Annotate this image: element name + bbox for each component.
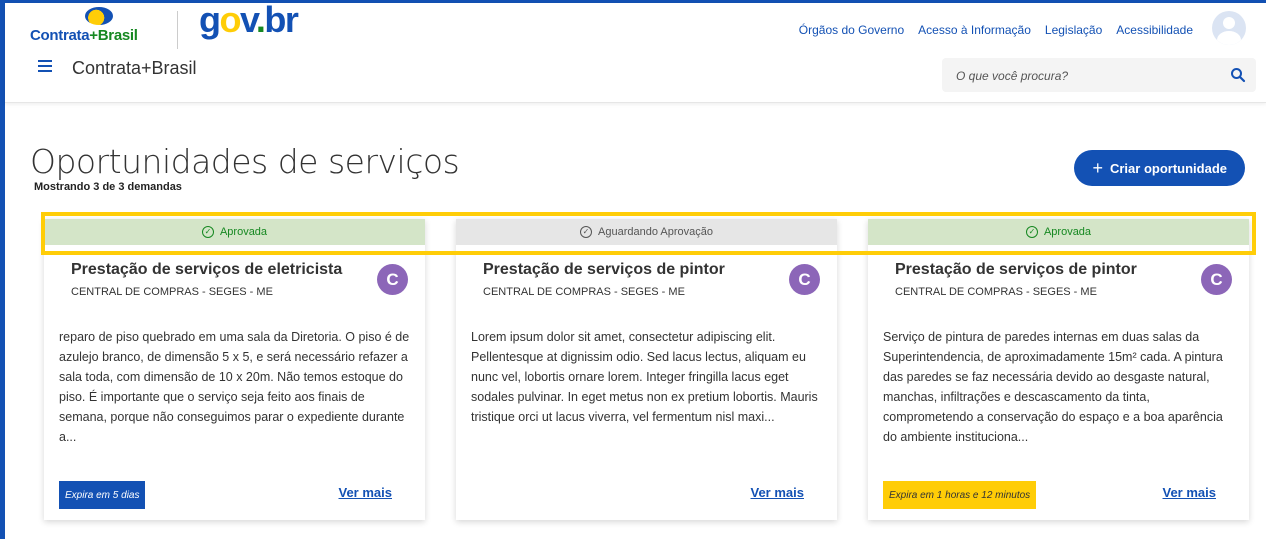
organization-avatar: C: [1201, 264, 1232, 295]
status-label: Aguardando Aprovação: [598, 226, 713, 238]
status-label: Aprovada: [1043, 226, 1092, 238]
link-orgaos-do-governo[interactable]: Órgãos do Governo: [799, 23, 904, 37]
check-circle-icon: ✓: [201, 226, 214, 238]
plus-icon: +: [1092, 158, 1103, 178]
search-icon[interactable]: [1230, 67, 1246, 83]
opportunity-card: ✓ Aguardando Aprovação Prestação de serv…: [456, 219, 837, 520]
opportunity-card: ✓ Aprovada Prestação de serviços de pint…: [868, 219, 1249, 520]
app-title: Contrata+Brasil: [72, 58, 197, 78]
logo-divider: [177, 11, 178, 49]
results-count: Mostrando 3 de 3 demandas: [34, 181, 182, 193]
govbr-letter-o: o: [219, 0, 242, 40]
expiry-badge: Expira em 1 horas e 12 minutos: [883, 481, 1037, 509]
card-description: Serviço de pintura de paredes internas e…: [883, 330, 1223, 444]
page-title: Oportunidades de serviços: [30, 142, 460, 181]
search-bar: [942, 58, 1256, 92]
contrata-brasil-logo[interactable]: Contrata+Brasil: [30, 7, 155, 49]
card-title: Prestação de serviços de eletricista: [71, 261, 343, 278]
check-circle-icon: ✓: [1025, 226, 1038, 238]
govbr-letter-v: v: [240, 0, 257, 40]
govbr-letter-g: g: [199, 0, 221, 40]
hamburger-menu-icon[interactable]: [38, 60, 52, 72]
card-title: Prestação de serviços de pintor: [483, 261, 725, 278]
card-organization: CENTRAL DE COMPRAS - SEGES - ME: [483, 286, 685, 298]
create-opportunity-label: Criar oportunidade: [1109, 160, 1227, 176]
create-opportunity-button[interactable]: + Criar oportunidade: [1074, 150, 1245, 186]
logo-swoosh-icon: [85, 7, 113, 25]
govbr-letters-br: br: [264, 0, 299, 40]
status-badge: ✓ Aguardando Aprovação: [456, 219, 837, 245]
logo-text-prefix: Contrata: [30, 27, 90, 44]
ver-mais-link[interactable]: Ver mais: [1163, 485, 1217, 500]
ver-mais-link[interactable]: Ver mais: [751, 485, 805, 500]
top-links: Órgãos do Governo Acesso à Informação Le…: [799, 23, 1193, 37]
status-badge: ✓ Aprovada: [868, 219, 1249, 245]
logo-text-plus: +: [89, 27, 98, 44]
card-organization: CENTRAL DE COMPRAS - SEGES - ME: [895, 286, 1097, 298]
link-acesso-a-informacao[interactable]: Acesso à Informação: [918, 23, 1031, 37]
status-badge: ✓ Aprovada: [44, 219, 425, 245]
card-description: Lorem ipsum dolor sit amet, consectetur …: [471, 330, 818, 424]
expiry-badge: Expira em 5 dias: [59, 481, 146, 509]
status-label: Aprovada: [219, 226, 268, 238]
opportunity-card: ✓ Aprovada Prestação de serviços de elet…: [44, 219, 425, 520]
organization-avatar: C: [377, 264, 408, 295]
organization-avatar: C: [789, 264, 820, 295]
card-title: Prestação de serviços de pintor: [895, 261, 1137, 278]
logo-text: Contrata+Brasil: [30, 27, 138, 44]
logo-text-suffix: Brasil: [97, 27, 138, 44]
link-acessibilidade[interactable]: Acessibilidade: [1116, 23, 1193, 37]
card-organization: CENTRAL DE COMPRAS - SEGES - ME: [71, 286, 273, 298]
card-description: reparo de piso quebrado em uma sala da D…: [59, 330, 410, 444]
user-avatar-icon[interactable]: [1212, 11, 1246, 45]
header: Contrata+Brasil gov.br Contrata+Brasil Ó…: [5, 0, 1266, 103]
search-input[interactable]: [956, 66, 1216, 86]
link-legislacao[interactable]: Legislação: [1045, 23, 1102, 37]
ver-mais-link[interactable]: Ver mais: [339, 485, 393, 500]
govbr-logo[interactable]: gov.br: [199, 0, 299, 41]
check-circle-icon: ✓: [580, 226, 592, 238]
